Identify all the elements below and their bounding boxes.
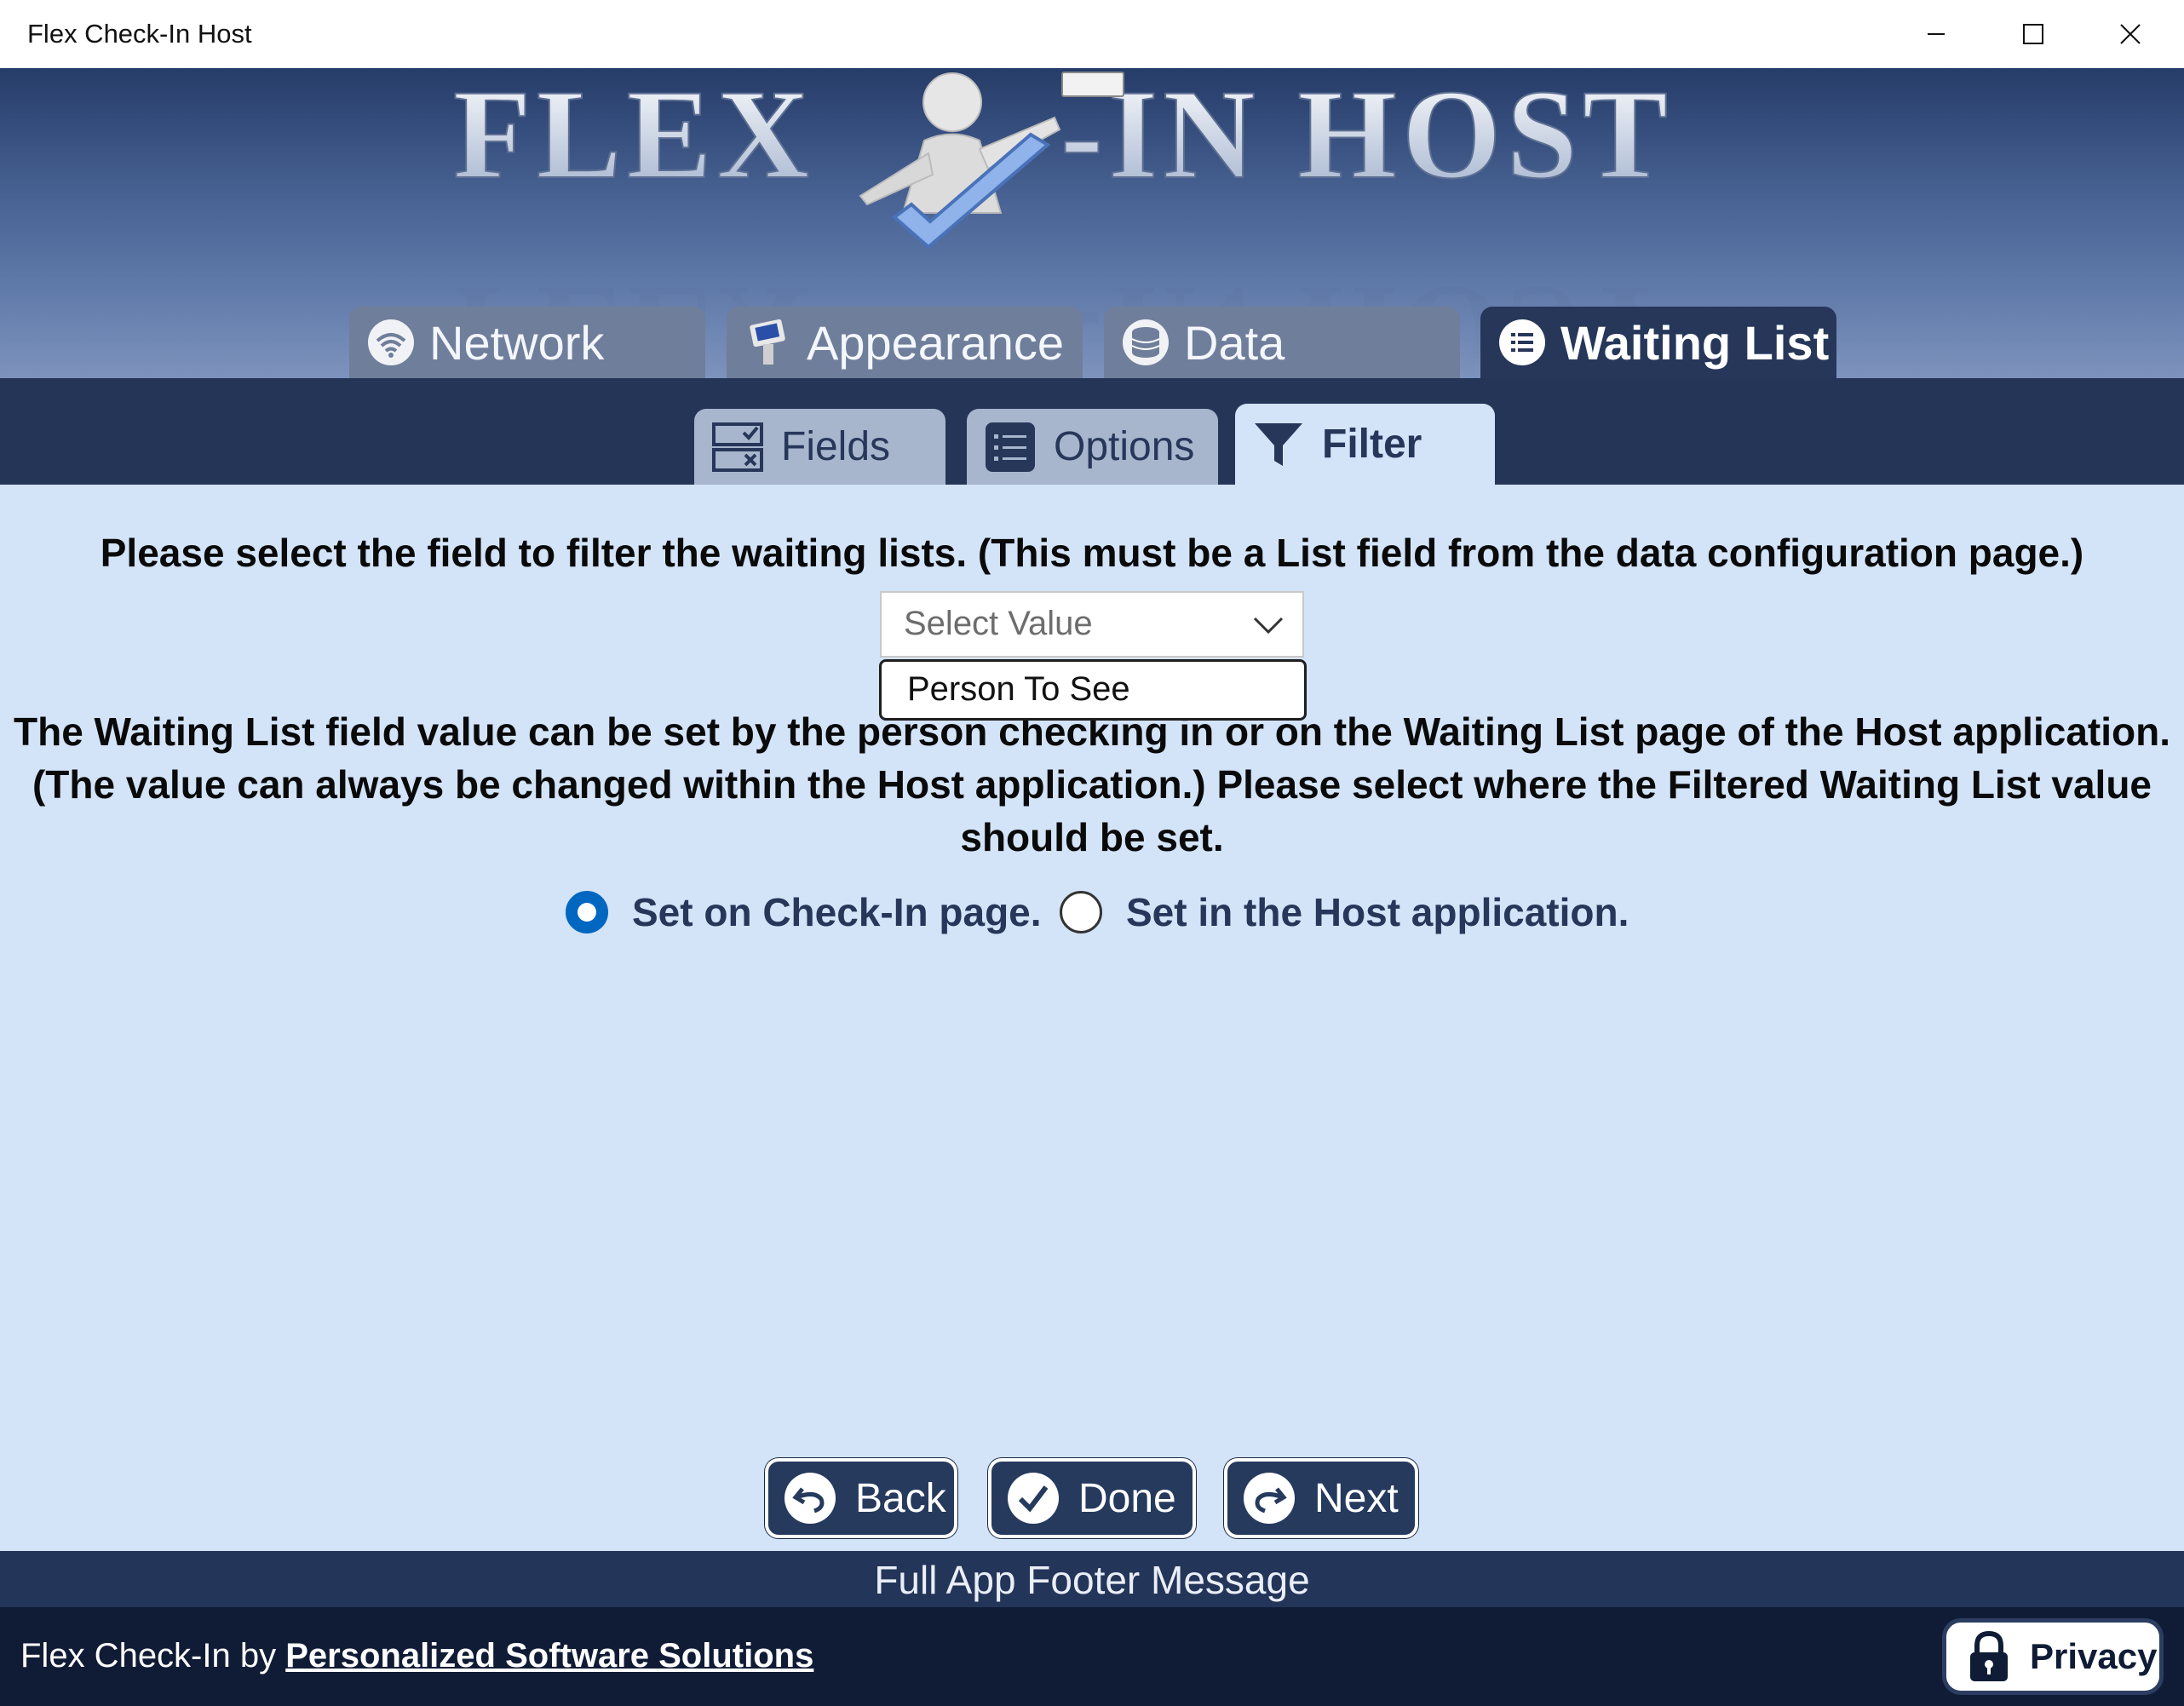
set-instruction-line-3: should be set. bbox=[960, 815, 1224, 859]
kiosk-icon bbox=[744, 318, 793, 367]
radio-set-in-host[interactable]: Set in the Host application. bbox=[1060, 886, 1629, 939]
minimize-button[interactable] bbox=[1888, 0, 1985, 68]
maximize-icon bbox=[2023, 24, 2043, 44]
set-instruction-line-2: (The value can always be changed within … bbox=[32, 762, 2152, 807]
tab-options-label: Options bbox=[1054, 424, 1195, 469]
radio-checked[interactable] bbox=[566, 891, 608, 933]
checkmark-icon bbox=[1007, 1472, 1060, 1525]
dropdown-popup: Person To See bbox=[879, 659, 1307, 721]
done-button[interactable]: Done bbox=[988, 1458, 1196, 1538]
next-button[interactable]: Next bbox=[1224, 1458, 1418, 1538]
minimize-icon bbox=[1928, 33, 1945, 35]
done-label: Done bbox=[1078, 1475, 1176, 1521]
drag-handle[interactable] bbox=[1061, 72, 1124, 97]
radio-set-on-checkin[interactable]: Set on Check-In page. bbox=[566, 886, 1042, 939]
radio-unchecked[interactable] bbox=[1060, 891, 1102, 933]
filter-instruction: Please select the field to filter the wa… bbox=[100, 531, 2084, 575]
tab-filter-label: Filter bbox=[1322, 422, 1422, 467]
svg-text:-IN HOST: -IN HOST bbox=[1060, 68, 1673, 205]
window-title: Flex Check-In Host bbox=[27, 19, 252, 49]
close-button[interactable] bbox=[2082, 0, 2179, 68]
app-logo: FLEX -IN HOST FLEX -IN HOST bbox=[452, 68, 1673, 378]
company-link[interactable]: Personalized Software Solutions bbox=[285, 1637, 813, 1674]
tab-appearance-label: Appearance bbox=[807, 315, 1065, 370]
back-label: Back bbox=[855, 1475, 946, 1521]
tab-waiting-list-label: Waiting List bbox=[1560, 315, 1830, 370]
filter-field-select[interactable]: Select Value bbox=[880, 591, 1304, 658]
back-button[interactable]: Back bbox=[765, 1458, 957, 1538]
wifi-icon bbox=[366, 318, 416, 367]
lock-icon bbox=[1967, 1630, 2011, 1683]
tab-appearance[interactable]: Appearance bbox=[727, 307, 1083, 378]
tab-options[interactable]: Options bbox=[967, 409, 1218, 485]
title-bar bbox=[0, 0, 2184, 69]
svg-text:FLEX: FLEX bbox=[453, 68, 814, 205]
tab-filter[interactable]: Filter bbox=[1235, 404, 1495, 485]
maximize-button[interactable] bbox=[1985, 0, 2082, 68]
privacy-label: Privacy bbox=[2030, 1636, 2158, 1676]
tab-network-label: Network bbox=[429, 315, 605, 370]
tab-data[interactable]: Data bbox=[1104, 307, 1460, 378]
set-location-instruction: The Waiting List field value can be set … bbox=[0, 705, 2184, 864]
database-icon bbox=[1121, 318, 1170, 367]
filter-icon bbox=[1252, 418, 1305, 471]
dropdown-option[interactable]: Person To See bbox=[907, 670, 1130, 709]
privacy-button[interactable]: Privacy bbox=[1942, 1618, 2164, 1695]
credit-text: Flex Check-In by Personalized Software S… bbox=[20, 1637, 813, 1675]
fields-icon bbox=[711, 421, 764, 474]
chevron-down-icon bbox=[1253, 617, 1284, 635]
close-icon bbox=[2120, 24, 2141, 44]
header-banner: FLEX -IN HOST FLEX -IN HOST bbox=[0, 68, 2184, 378]
radio-host-label: Set in the Host application. bbox=[1126, 890, 1629, 934]
tab-network[interactable]: Network bbox=[349, 307, 705, 378]
credit-prefix: Flex Check-In by bbox=[20, 1637, 286, 1674]
back-arrow-icon bbox=[784, 1472, 836, 1525]
tab-data-label: Data bbox=[1184, 315, 1285, 370]
forward-arrow-icon bbox=[1243, 1472, 1296, 1525]
next-label: Next bbox=[1314, 1475, 1399, 1521]
options-list-icon bbox=[984, 421, 1037, 474]
tab-fields-label: Fields bbox=[781, 424, 891, 469]
select-placeholder: Select Value bbox=[904, 605, 1093, 642]
tab-waiting-list[interactable]: Waiting List bbox=[1480, 307, 1836, 378]
list-icon bbox=[1497, 318, 1547, 367]
footer-message: Full App Footer Message bbox=[874, 1558, 1310, 1602]
tab-fields[interactable]: Fields bbox=[694, 409, 945, 485]
radio-checkin-label: Set on Check-In page. bbox=[632, 890, 1042, 934]
